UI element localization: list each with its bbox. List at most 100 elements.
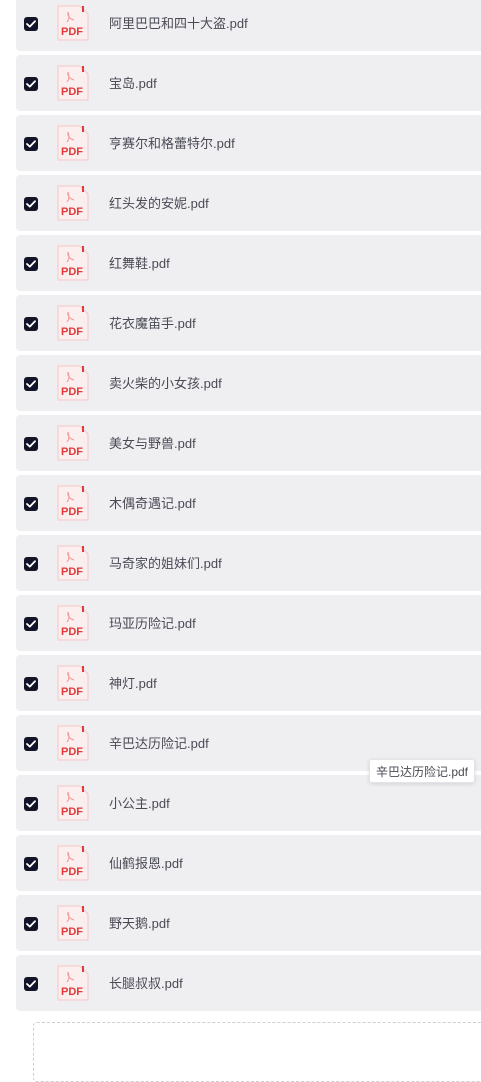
file-row[interactable]: PDF 木偶奇遇记.pdf bbox=[16, 475, 481, 531]
pdf-file-icon: PDF bbox=[57, 845, 89, 881]
svg-text:PDF: PDF bbox=[61, 446, 83, 458]
svg-text:PDF: PDF bbox=[61, 926, 83, 938]
filename-tooltip: 辛巴达历险记.pdf bbox=[369, 759, 476, 783]
file-checkbox[interactable] bbox=[24, 197, 38, 211]
file-checkbox[interactable] bbox=[24, 317, 38, 331]
svg-text:PDF: PDF bbox=[61, 266, 83, 278]
file-name: 红舞鞋.pdf bbox=[109, 256, 170, 271]
file-name: 花衣魔笛手.pdf bbox=[109, 316, 196, 331]
file-checkbox[interactable] bbox=[24, 497, 38, 511]
file-name: 红头发的安妮.pdf bbox=[109, 196, 209, 211]
file-name: 美女与野兽.pdf bbox=[109, 436, 196, 451]
checkmark-icon bbox=[26, 620, 36, 628]
checkmark-icon bbox=[26, 320, 36, 328]
pdf-file-icon: PDF bbox=[57, 5, 89, 41]
file-checkbox[interactable] bbox=[24, 77, 38, 91]
pdf-file-icon: PDF bbox=[57, 905, 89, 941]
file-name: 小公主.pdf bbox=[109, 796, 170, 811]
file-row[interactable]: PDF 阿里巴巴和四十大盗.pdf bbox=[16, 0, 481, 51]
pdf-file-icon: PDF bbox=[57, 965, 89, 1001]
pdf-file-icon: PDF bbox=[57, 365, 89, 401]
pdf-file-icon: PDF bbox=[57, 245, 89, 281]
file-name: 宝岛.pdf bbox=[109, 76, 157, 91]
file-name: 神灯.pdf bbox=[109, 676, 157, 691]
file-checkbox[interactable] bbox=[24, 977, 38, 991]
svg-text:PDF: PDF bbox=[61, 866, 83, 878]
checkmark-icon bbox=[26, 140, 36, 148]
svg-text:PDF: PDF bbox=[61, 146, 83, 158]
file-name: 木偶奇遇记.pdf bbox=[109, 496, 196, 511]
file-name: 仙鹤报恩.pdf bbox=[109, 856, 183, 871]
checkmark-icon bbox=[26, 920, 36, 928]
svg-text:PDF: PDF bbox=[61, 626, 83, 638]
file-name: 玛亚历险记.pdf bbox=[109, 616, 196, 631]
pdf-file-icon: PDF bbox=[57, 305, 89, 341]
file-checkbox[interactable] bbox=[24, 797, 38, 811]
checkmark-icon bbox=[26, 260, 36, 268]
file-checkbox[interactable] bbox=[24, 617, 38, 631]
file-row[interactable]: PDF 玛亚历险记.pdf bbox=[16, 595, 481, 651]
svg-text:PDF: PDF bbox=[61, 206, 83, 218]
checkmark-icon bbox=[26, 80, 36, 88]
checkmark-icon bbox=[26, 380, 36, 388]
file-checkbox[interactable] bbox=[24, 917, 38, 931]
pdf-file-icon: PDF bbox=[57, 605, 89, 641]
svg-text:PDF: PDF bbox=[61, 686, 83, 698]
svg-text:PDF: PDF bbox=[61, 326, 83, 338]
file-name: 野天鹅.pdf bbox=[109, 916, 170, 931]
file-checkbox[interactable] bbox=[24, 137, 38, 151]
file-name: 阿里巴巴和四十大盗.pdf bbox=[109, 16, 248, 31]
file-checkbox[interactable] bbox=[24, 17, 38, 31]
pdf-file-icon: PDF bbox=[57, 125, 89, 161]
svg-text:PDF: PDF bbox=[61, 86, 83, 98]
pdf-file-icon: PDF bbox=[57, 725, 89, 761]
svg-text:PDF: PDF bbox=[61, 506, 83, 518]
file-name: 马奇家的姐妹们.pdf bbox=[109, 556, 222, 571]
pdf-file-icon: PDF bbox=[57, 425, 89, 461]
checkmark-icon bbox=[26, 980, 36, 988]
file-row[interactable]: PDF 卖火柴的小女孩.pdf bbox=[16, 355, 481, 411]
file-row[interactable]: PDF 长腿叔叔.pdf bbox=[16, 955, 481, 1011]
file-row[interactable]: PDF 红头发的安妮.pdf bbox=[16, 175, 481, 231]
file-row[interactable]: PDF 野天鹅.pdf bbox=[16, 895, 481, 951]
file-row[interactable]: PDF 红舞鞋.pdf bbox=[16, 235, 481, 291]
file-row[interactable]: PDF 亨赛尔和格蕾特尔.pdf bbox=[16, 115, 481, 171]
file-checkbox[interactable] bbox=[24, 257, 38, 271]
file-row[interactable]: PDF 神灯.pdf bbox=[16, 655, 481, 711]
checkmark-icon bbox=[26, 680, 36, 688]
file-checkbox[interactable] bbox=[24, 857, 38, 871]
file-list: PDF 阿里巴巴和四十大盗.pdf PDF 宝岛.pdf PDF 亨赛尔和格蕾特尔.pdf… bbox=[16, 0, 481, 1015]
file-checkbox[interactable] bbox=[24, 437, 38, 451]
file-row[interactable]: PDF 仙鹤报恩.pdf bbox=[16, 835, 481, 891]
file-row[interactable]: PDF 美女与野兽.pdf bbox=[16, 415, 481, 471]
checkmark-icon bbox=[26, 20, 36, 28]
checkmark-icon bbox=[26, 740, 36, 748]
file-row[interactable]: PDF 花衣魔笛手.pdf bbox=[16, 295, 481, 351]
pdf-file-icon: PDF bbox=[57, 665, 89, 701]
svg-text:PDF: PDF bbox=[61, 746, 83, 758]
file-checkbox[interactable] bbox=[24, 737, 38, 751]
file-row[interactable]: PDF 宝岛.pdf bbox=[16, 55, 481, 111]
file-checkbox[interactable] bbox=[24, 377, 38, 391]
pdf-file-icon: PDF bbox=[57, 545, 89, 581]
checkmark-icon bbox=[26, 860, 36, 868]
checkmark-icon bbox=[26, 560, 36, 568]
svg-text:PDF: PDF bbox=[61, 566, 83, 578]
file-row[interactable]: PDF 马奇家的姐妹们.pdf bbox=[16, 535, 481, 591]
svg-text:PDF: PDF bbox=[61, 986, 83, 998]
svg-text:PDF: PDF bbox=[61, 26, 83, 38]
checkmark-icon bbox=[26, 800, 36, 808]
file-checkbox[interactable] bbox=[24, 677, 38, 691]
pdf-file-icon: PDF bbox=[57, 485, 89, 521]
svg-text:PDF: PDF bbox=[61, 386, 83, 398]
svg-text:PDF: PDF bbox=[61, 806, 83, 818]
checkmark-icon bbox=[26, 200, 36, 208]
upload-dropzone[interactable] bbox=[33, 1022, 481, 1082]
pdf-file-icon: PDF bbox=[57, 65, 89, 101]
file-name: 长腿叔叔.pdf bbox=[109, 976, 183, 991]
file-name: 卖火柴的小女孩.pdf bbox=[109, 376, 222, 391]
checkmark-icon bbox=[26, 500, 36, 508]
pdf-file-icon: PDF bbox=[57, 785, 89, 821]
file-checkbox[interactable] bbox=[24, 557, 38, 571]
checkmark-icon bbox=[26, 440, 36, 448]
